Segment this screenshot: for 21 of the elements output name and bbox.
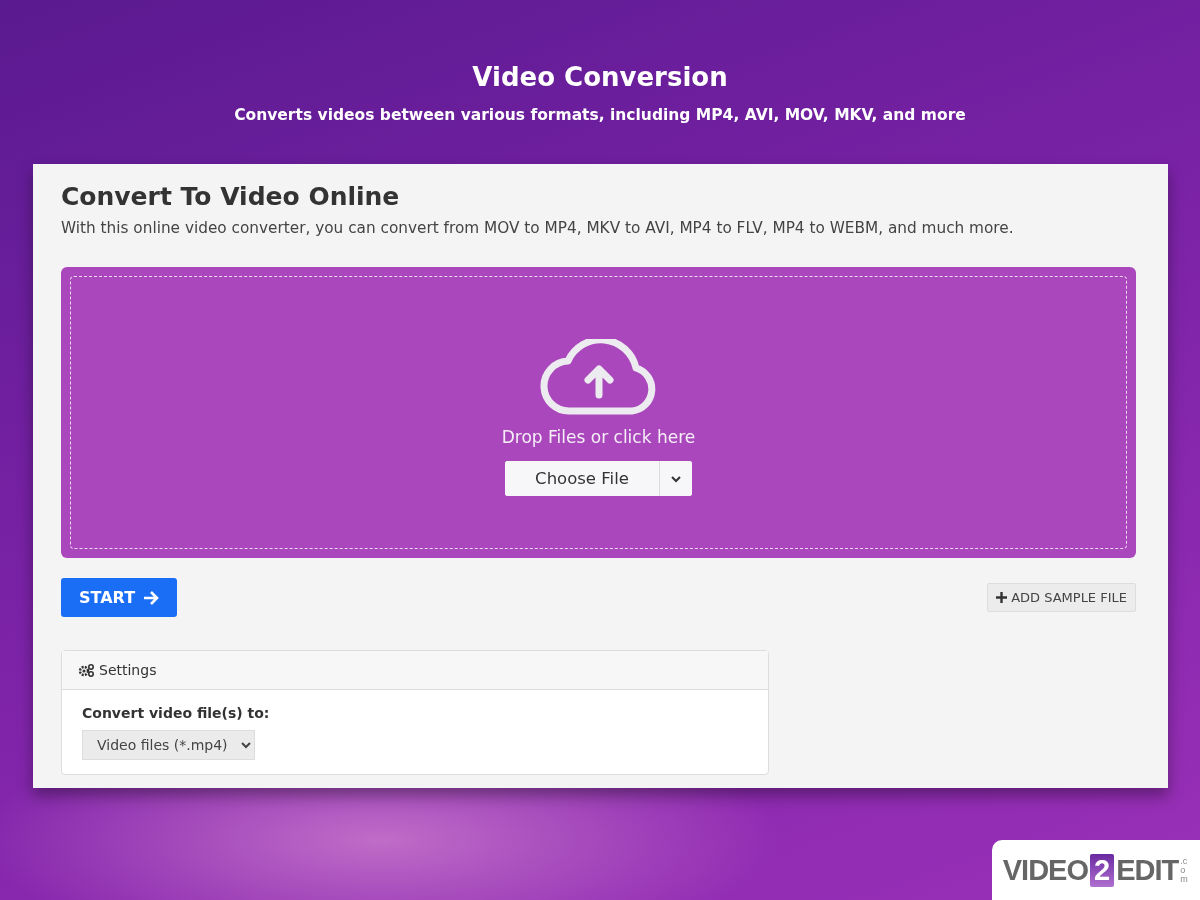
page-subtitle: Converts videos between various formats, including MP4, AVI, MOV, MKV, and more xyxy=(233,106,967,124)
gears-icon xyxy=(78,663,94,677)
logo-domain: .com xyxy=(1180,856,1189,884)
arrow-right-icon xyxy=(143,590,160,605)
plus-icon xyxy=(996,592,1008,603)
logo-text: VIDEO xyxy=(1002,853,1088,887)
format-label: Convert video file(s) to: xyxy=(82,705,271,721)
logo-badge: 2 xyxy=(1090,853,1115,887)
chevron-down-icon xyxy=(669,475,682,483)
drop-prompt: Drop Files or click here xyxy=(501,427,696,447)
settings-title: Settings xyxy=(99,662,157,678)
drop-zone[interactable]: Drop Files or click here Choose File xyxy=(61,267,1136,558)
cloud-upload-icon xyxy=(539,339,658,417)
choose-file-button[interactable]: Choose File xyxy=(505,461,660,496)
card-description: With this online video converter, you can convert from MOV to MP4, MKV to AVI, MP4 to FLV, MP4 to WEBM, and much more. xyxy=(61,219,1015,237)
card-title: Convert To Video Online xyxy=(61,182,401,211)
logo-text: EDIT xyxy=(1116,853,1179,887)
add-sample-button[interactable]: ADD SAMPLE FILE xyxy=(987,583,1136,612)
start-button[interactable]: START xyxy=(61,578,178,617)
page-title: Video Conversion xyxy=(471,62,729,92)
format-select[interactable]: Video files (*.mp4) xyxy=(82,730,255,760)
